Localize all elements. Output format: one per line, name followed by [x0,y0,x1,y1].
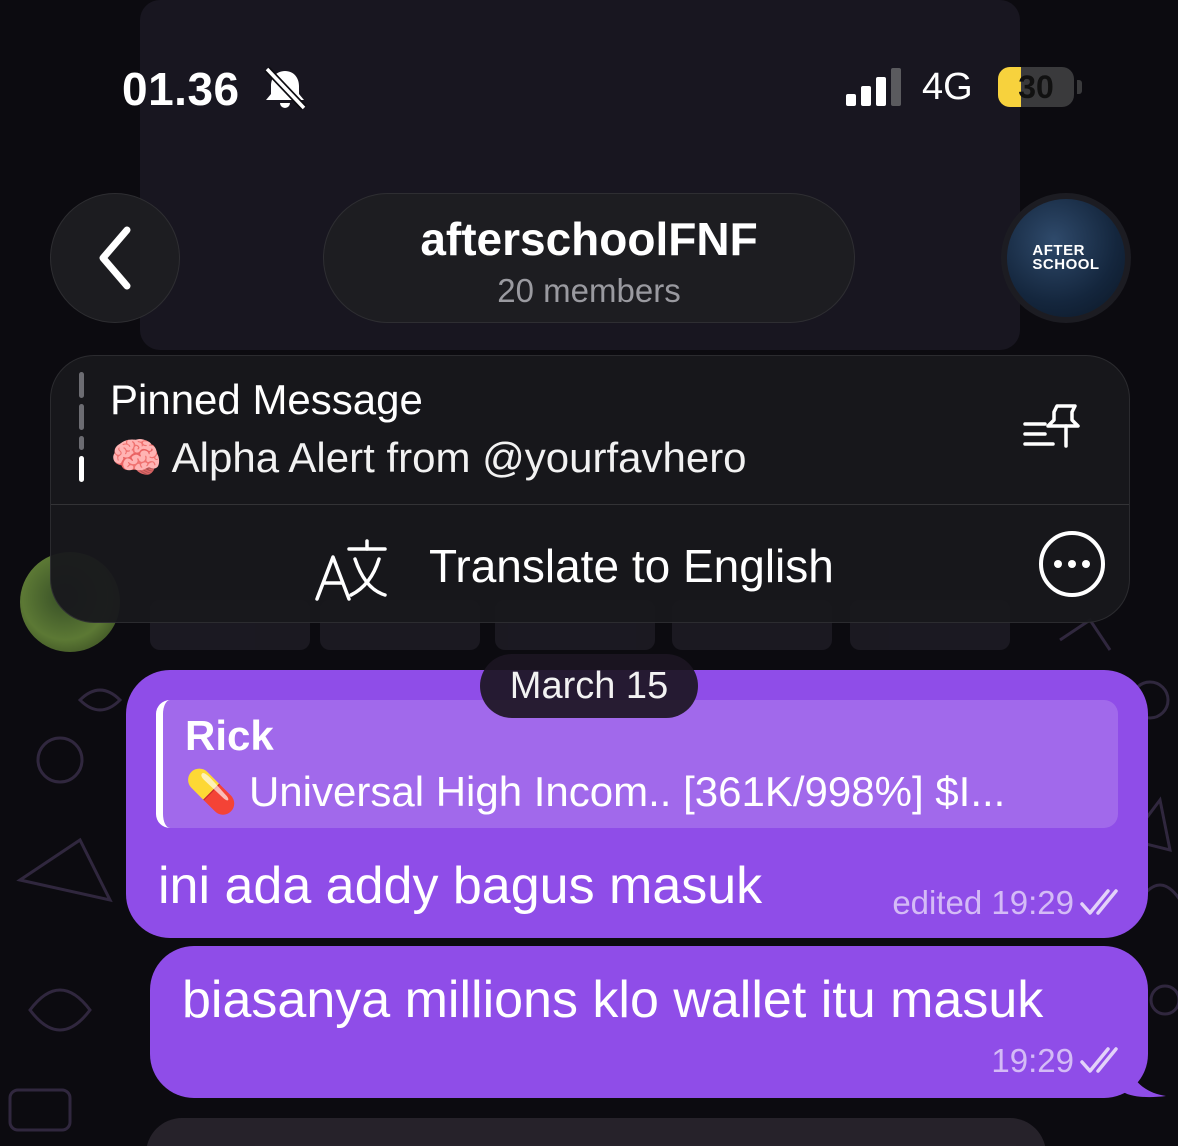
chevron-left-icon [99,226,131,290]
message-meta: edited 19:29 [892,884,1124,922]
translate-icon [315,539,387,601]
reply-text: 💊 Universal High Incom.. [361K/998%] $I.… [185,768,1006,815]
back-button[interactable] [50,193,180,323]
reply-quote[interactable]: Rick 💊 Universal High Incom.. [361K/998%… [156,700,1118,828]
signal-icon [846,68,901,106]
message-bubble[interactable]: biasanya millions klo wallet itu masuk 1… [150,946,1148,1098]
bell-slash-icon [264,66,307,110]
reply-author: Rick [185,712,274,759]
message-text: ini ada addy bagus masuk [158,857,763,915]
chat-header[interactable]: afterschoolFNF 20 members [323,193,855,323]
more-icon[interactable] [1039,531,1105,597]
battery-icon: 30 [998,67,1074,107]
date-separator: March 15 [480,654,698,718]
message-meta: 19:29 [991,1042,1124,1080]
group-avatar[interactable]: AFTER SCHOOL [1001,193,1131,323]
translate-label[interactable]: Translate to English [429,539,834,593]
pinned-label[interactable]: Pinned Message [110,376,423,424]
message-text: biasanya millions klo wallet itu masuk [182,971,1044,1029]
afterschool-logo: AFTER SCHOOL [1007,199,1125,317]
battery-level: 30 [1018,69,1054,105]
pinned-message-panel: Pinned Message 🧠 Alpha Alert from @yourf… [50,355,1130,623]
pinned-text[interactable]: 🧠 Alpha Alert from @yourfavhero [110,434,747,483]
network-type: 4G [922,66,973,108]
chat-title: afterschoolFNF [420,213,758,265]
double-check-icon [1080,1047,1118,1073]
pin-list-icon[interactable] [1023,402,1085,452]
message-time: 19:29 [991,1042,1074,1079]
battery-nub [1077,80,1082,94]
member-count: 20 members [497,272,681,309]
pinned-indicator [79,372,84,482]
incoming-message-partial[interactable] [146,1118,1046,1146]
translate-bar[interactable]: Translate to English [51,505,1129,623]
double-check-icon [1080,889,1118,915]
logo-line-2: SCHOOL [1032,256,1100,273]
message-time: edited 19:29 [892,884,1074,921]
status-time: 01.36 [122,63,240,115]
